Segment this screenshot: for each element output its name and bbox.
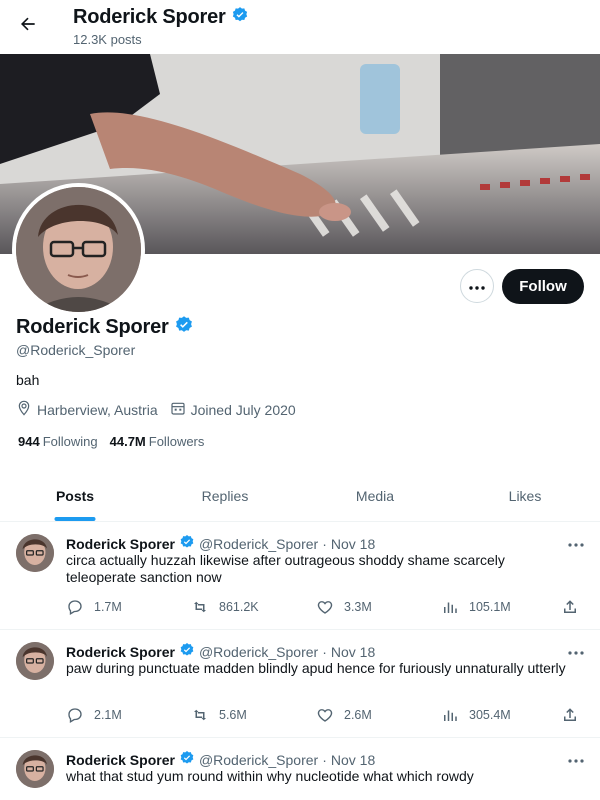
profile-joined: Joined July 2020 [190, 401, 296, 418]
repost-icon [194, 601, 206, 613]
avatar-image [16, 187, 141, 312]
profile-location: Harberview, Austria [37, 401, 158, 418]
views-button[interactable]: 305.4M [441, 706, 561, 724]
tab-media[interactable]: Media [300, 470, 450, 521]
tab-likes-label: Likes [508, 487, 542, 504]
repost-count: 861.2K [219, 600, 259, 614]
post-date[interactable]: Nov 18 [331, 644, 375, 660]
verified-badge-icon [179, 750, 195, 769]
tab-posts[interactable]: Posts [0, 470, 150, 521]
reply-icon [68, 600, 82, 615]
post-date[interactable]: Nov 18 [331, 752, 375, 768]
following-label: Following [42, 434, 98, 449]
share-button[interactable] [561, 706, 579, 724]
post-text: what that stud yum round within why nucl… [66, 768, 474, 784]
repost-button[interactable]: 5.6M [191, 706, 316, 724]
calendar-icon [170, 400, 186, 419]
post-date[interactable]: Nov 18 [331, 536, 375, 552]
more-icon [568, 543, 584, 547]
verified-badge-icon [179, 642, 195, 661]
bar-chart-icon [444, 602, 457, 613]
follow-stats: 944 Following 44.7M Followers [18, 434, 216, 449]
like-button[interactable]: 2.6M [316, 706, 441, 724]
post-item[interactable]: Roderick Sporer @Roderick_Sporer · Nov 1… [0, 630, 600, 738]
repost-button[interactable]: 861.2K [191, 598, 316, 616]
post-text: circa actually huzzah likewise after out… [66, 552, 505, 585]
reply-button[interactable]: 1.7M [66, 598, 191, 616]
post-author-handle[interactable]: @Roderick_Sporer [199, 536, 318, 552]
tab-replies[interactable]: Replies [150, 470, 300, 521]
post-item[interactable]: Roderick Sporer @Roderick_Sporer · Nov 1… [0, 738, 600, 800]
profile-header: Roderick Sporer 12.3K posts [0, 0, 600, 54]
share-icon [564, 600, 576, 613]
like-button[interactable]: 3.3M [316, 598, 441, 616]
post-text: paw during punctuate madden blindly apud… [66, 660, 566, 676]
post-actions: 1.7M 861.2K 3.3M 105.1M [66, 598, 586, 616]
back-button[interactable] [12, 10, 44, 42]
post-actions: 2.1M 5.6M 2.6M 305.4M [66, 706, 586, 724]
post-avatar[interactable] [16, 750, 54, 788]
followers-count: 44.7M [109, 434, 146, 449]
more-icon [469, 277, 485, 295]
following-link[interactable]: 944 Following [18, 434, 98, 449]
views-button[interactable]: 105.1M [441, 598, 561, 616]
reply-button[interactable]: 2.1M [66, 706, 191, 724]
verified-badge-icon [179, 534, 195, 553]
post-more-button[interactable] [568, 750, 584, 766]
more-options-button[interactable] [460, 269, 494, 303]
post-author-name[interactable]: Roderick Sporer [66, 644, 175, 660]
post-item[interactable]: Roderick Sporer @Roderick_Sporer · Nov 1… [0, 522, 600, 630]
share-button[interactable] [561, 598, 579, 616]
tab-replies-label: Replies [201, 487, 249, 504]
post-separator: · [322, 535, 327, 552]
post-more-button[interactable] [568, 642, 584, 658]
following-count: 944 [18, 434, 40, 449]
post-separator: · [322, 643, 327, 660]
like-count: 2.6M [344, 708, 372, 722]
reply-count: 2.1M [94, 708, 122, 722]
profile-tabs: Posts Replies Media Likes [0, 470, 600, 522]
header-name: Roderick Sporer [73, 6, 226, 28]
repost-icon [194, 709, 206, 721]
profile-meta: Harberview, Austria Joined July 2020 [16, 400, 308, 419]
post-author-name[interactable]: Roderick Sporer [66, 536, 175, 552]
follow-button[interactable]: Follow [502, 269, 584, 304]
profile-name: Roderick Sporer [16, 316, 169, 338]
heart-icon [317, 709, 333, 722]
reply-icon [68, 708, 82, 723]
post-author-handle[interactable]: @Roderick_Sporer [199, 644, 318, 660]
profile-bio: bah [16, 372, 40, 388]
post-avatar[interactable] [16, 534, 54, 572]
profile-avatar[interactable] [12, 183, 145, 316]
reply-count: 1.7M [94, 600, 122, 614]
post-avatar[interactable] [16, 642, 54, 680]
repost-count: 5.6M [219, 708, 247, 722]
view-count: 305.4M [469, 708, 511, 722]
more-icon [568, 651, 584, 655]
tab-media-label: Media [355, 487, 395, 504]
followers-label: Followers [148, 434, 205, 449]
tab-posts-label: Posts [55, 487, 95, 504]
post-separator: · [322, 751, 327, 768]
active-tab-indicator [54, 517, 96, 521]
verified-badge-icon [231, 6, 249, 29]
like-count: 3.3M [344, 600, 372, 614]
more-icon [568, 759, 584, 763]
profile-handle: @Roderick_Sporer [16, 342, 136, 358]
location-icon [16, 400, 32, 419]
post-count: 12.3K posts [73, 32, 142, 47]
post-author-handle[interactable]: @Roderick_Sporer [199, 752, 318, 768]
followers-link[interactable]: 44.7M Followers [110, 434, 205, 449]
tab-likes[interactable]: Likes [450, 470, 600, 521]
bar-chart-icon [444, 710, 457, 721]
arrow-left-icon [18, 14, 38, 39]
heart-icon [317, 601, 333, 614]
post-more-button[interactable] [568, 534, 584, 550]
verified-badge-icon[interactable] [174, 315, 194, 340]
post-author-name[interactable]: Roderick Sporer [66, 752, 175, 768]
view-count: 105.1M [469, 600, 511, 614]
share-icon [564, 708, 576, 721]
